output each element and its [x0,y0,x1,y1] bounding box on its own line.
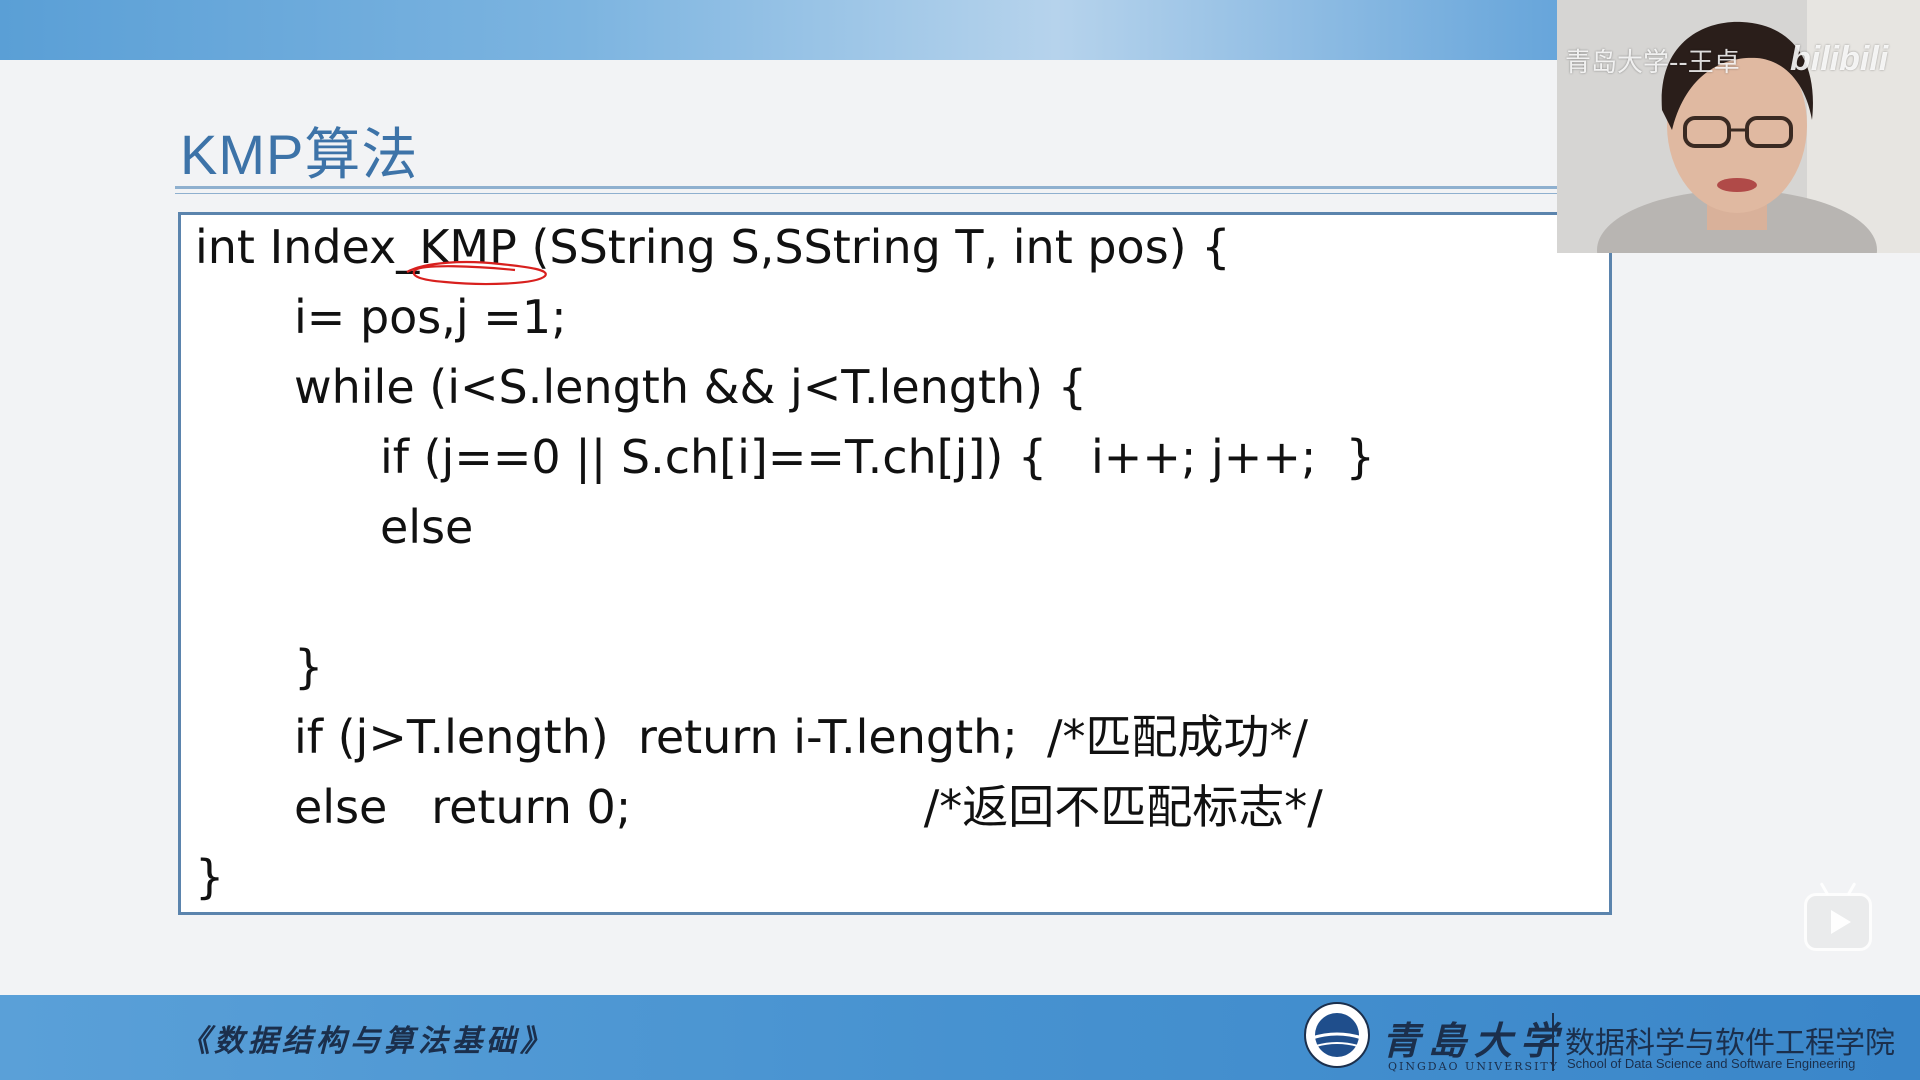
title-underline-thin [175,193,1557,194]
webcam-video [1557,0,1920,253]
watermark-text: 青岛大学--王卓 [1565,48,1740,78]
annotation-squiggle [406,260,547,286]
code-line-while: while (i<S.length && j<T.length) { [294,360,1088,414]
course-name: 《数据结构与算法基础》 [180,1024,554,1059]
university-name-en: QINGDAO UNIVERSITY [1388,1060,1560,1073]
bilibili-logo: bilibili [1790,40,1889,78]
university-logo-icon [1304,1002,1370,1068]
footer-divider [1552,1013,1554,1071]
code-line-close-while: } [294,640,324,694]
code-line-if-return: if (j>T.length) return i-T.length; /*匹配成… [294,710,1308,764]
slide-title: KMP算法 [180,123,419,186]
code-line-signature: int Index_KMP (SString S,SString T, int … [195,220,1231,274]
play-icon [1831,910,1851,934]
code-line-else-return: else return 0; /*返回不匹配标志*/ [294,780,1323,834]
code-line-else: else [380,500,474,554]
university-name: 青島大学 [1382,1018,1567,1063]
code-line-init: i= pos,j =1; [294,290,567,344]
school-name-en: School of Data Science and Software Engi… [1567,1056,1856,1071]
code-line-if: if (j==0 || S.ch[i]==T.ch[j]) { i++; j++… [380,430,1375,484]
presenter-icon [1557,0,1920,253]
code-line-close-func: } [195,850,225,904]
play-button[interactable] [1804,893,1872,951]
title-underline [175,186,1557,189]
